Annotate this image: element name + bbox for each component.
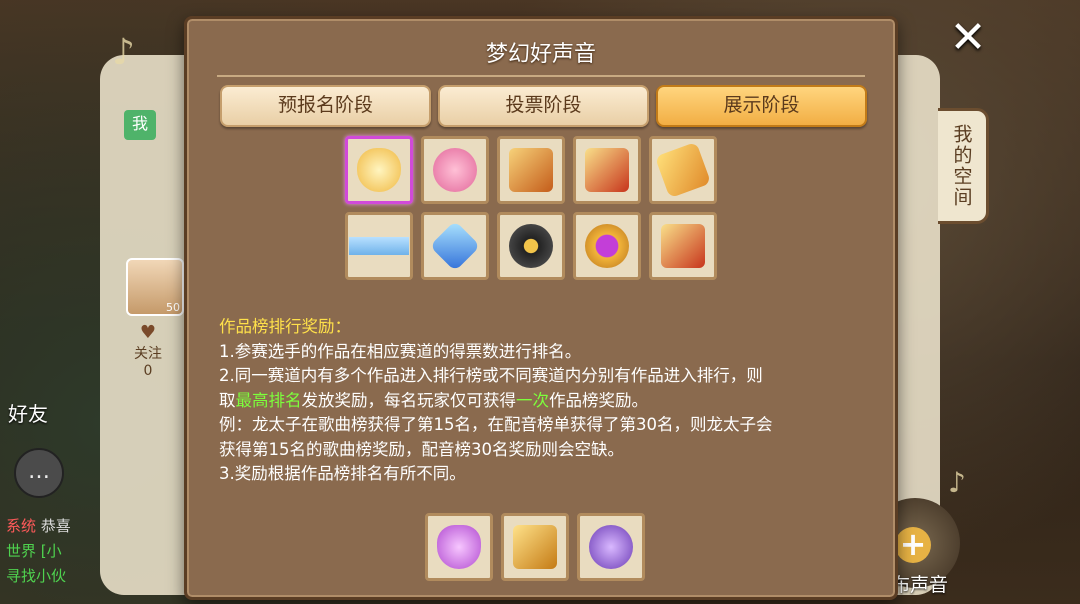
- reward-item-hammer[interactable]: [501, 513, 569, 581]
- follow-button[interactable]: ♥ 关注 0: [118, 322, 178, 379]
- reward-item-music-emblem[interactable]: [573, 212, 641, 280]
- reward-item-blue-bar[interactable]: [345, 212, 413, 280]
- rule-line: 3.奖励根据作品榜排名有所不同。: [219, 464, 466, 483]
- gold-music-emblem-icon: [585, 224, 629, 268]
- blue-bar-icon: [349, 237, 409, 255]
- chat-text: 恭喜: [40, 517, 71, 535]
- dialog-title: 梦幻好声音: [485, 42, 596, 67]
- chat-line: 系统 恭喜: [6, 514, 71, 539]
- reward-item-vinyl[interactable]: [497, 212, 565, 280]
- reward-item-red-scroll-2[interactable]: [649, 212, 717, 280]
- avatar[interactable]: 50: [126, 258, 184, 316]
- reward-item-scroll[interactable]: [497, 136, 565, 204]
- chat-text: [小: [40, 542, 62, 560]
- music-note-icon: ♪: [112, 32, 135, 73]
- vinyl-record-icon: [509, 224, 553, 268]
- golden-egg-icon: [357, 148, 401, 192]
- chat-icon[interactable]: …: [14, 448, 64, 498]
- red-scroll-icon: [661, 224, 705, 268]
- reward-item-potion[interactable]: [425, 513, 493, 581]
- reward-item-crystal[interactable]: [421, 212, 489, 280]
- reward-item-pouch[interactable]: [577, 513, 645, 581]
- friends-button[interactable]: 好友: [8, 398, 48, 427]
- highlight-text: 最高排名: [235, 390, 302, 410]
- rules-text: 作品榜排行奖励： 1.参赛选手的作品在相应赛道的得票数进行排名。 2.同一赛道内…: [219, 315, 869, 487]
- chat-feed: 系统 恭喜 世界 [小 寻找小伙: [6, 514, 71, 589]
- tab-voting[interactable]: 投票阶段: [438, 85, 649, 127]
- close-icon[interactable]: ✕: [948, 16, 988, 60]
- avatar-level: 50: [166, 301, 180, 314]
- tab-pre-registration[interactable]: 预报名阶段: [220, 85, 431, 127]
- tab-showcase[interactable]: 展示阶段: [656, 85, 867, 127]
- pink-pig-icon: [433, 148, 477, 192]
- scroll-icon: [509, 148, 553, 192]
- my-space-tab[interactable]: 我的空间: [938, 108, 989, 224]
- crystal-gem-icon: [429, 220, 481, 272]
- rule-text: 作品榜奖励。: [549, 390, 648, 410]
- event-dialog: 梦幻好声音 预报名阶段 投票阶段 展示阶段 作品榜排行奖励： 1.参赛选手的作品…: [184, 16, 898, 600]
- golden-hammer-icon: [513, 525, 557, 569]
- chat-channel: 系统: [6, 517, 37, 535]
- chat-line: 世界 [小: [6, 539, 71, 564]
- follow-count: 0: [143, 363, 153, 379]
- chat-text: 寻找小伙: [6, 567, 67, 585]
- rule-text: 取: [219, 390, 236, 410]
- rule-text: 发放奖励，每名玩家仅可获得: [301, 390, 517, 410]
- rule-line: 2.同一赛道内有多个作品进入排行榜或不同赛道内分别有作品进入排行，则: [219, 366, 763, 385]
- reward-item-golden-egg[interactable]: [345, 136, 413, 204]
- rule-line: 例：龙太子在歌曲榜获得了第15名，在配音榜单获得了第30名，则龙太子会: [219, 415, 773, 434]
- highlight-text: 一次: [516, 390, 549, 410]
- me-badge: 我: [124, 110, 156, 140]
- rule-line: 获得第15名的歌曲榜奖励，配音榜30名奖励则会空缺。: [219, 439, 624, 459]
- heart-icon: ♥: [139, 322, 157, 343]
- purple-pouch-icon: [589, 525, 633, 569]
- rules-heading: 作品榜排行奖励：: [219, 317, 351, 336]
- potion-bottle-icon: [437, 525, 481, 569]
- music-note-icon: ♪: [948, 466, 966, 499]
- microphone-frame-icon: [654, 141, 712, 199]
- reward-item-mic-frame[interactable]: [649, 136, 717, 204]
- reward-item-red-scroll[interactable]: [573, 136, 641, 204]
- rule-line: 1.参赛选手的作品在相应赛道的得票数进行排名。: [219, 341, 582, 361]
- rule-line: 取最高排名发放奖励，每名玩家仅可获得一次作品榜奖励。: [219, 389, 869, 414]
- reward-item-pig[interactable]: [421, 136, 489, 204]
- title-divider: [217, 75, 865, 77]
- chat-channel: 世界: [6, 542, 37, 560]
- follow-label: 关注: [134, 346, 162, 362]
- red-scroll-icon: [585, 148, 629, 192]
- plus-icon[interactable]: +: [895, 527, 931, 563]
- chat-line: 寻找小伙: [6, 564, 71, 589]
